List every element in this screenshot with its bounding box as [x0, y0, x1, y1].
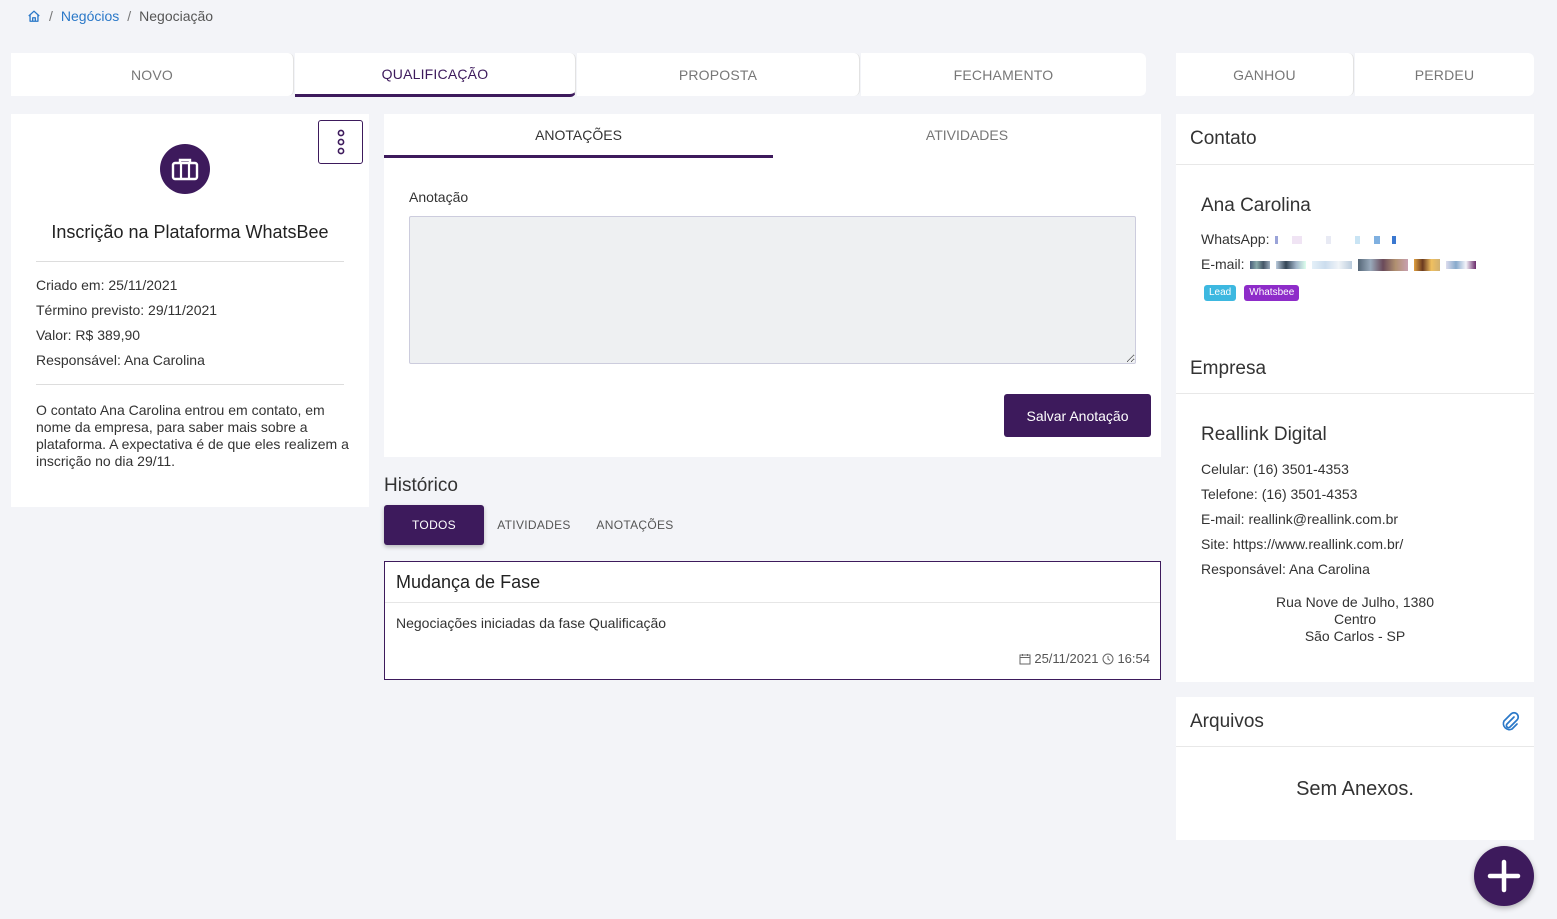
- history-title: Histórico: [384, 475, 458, 496]
- paperclip-icon[interactable]: [1500, 711, 1520, 738]
- company-mobile: Celular: (16) 3501-4353: [1201, 461, 1349, 477]
- history-entry-body: Negociações iniciadas da fase Qualificaç…: [396, 615, 667, 631]
- deal-created: Criado em: 25/11/2021: [36, 277, 178, 293]
- files-section-title: Arquivos: [1190, 711, 1264, 732]
- note-field-label: Anotação: [409, 189, 469, 205]
- home-icon[interactable]: [27, 9, 41, 23]
- deal-description: O contato Ana Carolina entrou em contato…: [36, 402, 349, 469]
- company-section-title: Empresa: [1190, 358, 1267, 379]
- history-entry-timestamp: 25/11/2021 16:54: [1019, 651, 1150, 666]
- company-address-district: Centro: [1333, 611, 1377, 627]
- breadcrumb: / Negócios / Negociação: [27, 6, 213, 26]
- deal-value: Valor: R$ 389,90: [36, 327, 141, 343]
- divider: [385, 602, 1160, 603]
- deal-title: Inscrição na Plataforma WhatsBee: [51, 222, 329, 242]
- contact-name[interactable]: Ana Carolina: [1201, 195, 1311, 217]
- company-address-street: Rua Nove de Julho, 1380: [1276, 594, 1434, 610]
- tag-lead: Lead: [1204, 285, 1237, 301]
- breadcrumb-item-current: Negociação: [139, 8, 214, 24]
- more-vertical-icon: [337, 129, 344, 155]
- plus-icon: [1487, 859, 1521, 893]
- clock-icon: [1102, 653, 1114, 664]
- company-phone: Telefone: (16) 3501-4353: [1201, 486, 1358, 502]
- history-tab-anotacoes[interactable]: ANOTAÇÕES: [590, 505, 680, 545]
- tab-atividades[interactable]: ATIVIDADES: [773, 114, 1161, 156]
- deal-options-button[interactable]: [318, 120, 363, 164]
- history-entry-title: Mudança de Fase: [396, 572, 541, 592]
- company-owner: Responsável: Ana Carolina: [1201, 561, 1370, 577]
- company-email: E-mail: reallink@reallink.com.br: [1201, 511, 1399, 527]
- stage-qualificacao[interactable]: QUALIFICAÇÃO: [295, 53, 576, 97]
- contact-whatsapp: WhatsApp:: [1201, 227, 1396, 252]
- divider: [1176, 164, 1534, 165]
- deal-card: Inscrição na Plataforma WhatsBee Criado …: [11, 114, 369, 507]
- divider: [1176, 746, 1534, 747]
- company-info: Celular: (16) 3501-4353 Telefone: (16) 3…: [1201, 457, 1403, 582]
- company-name[interactable]: Reallink Digital: [1201, 424, 1327, 446]
- deal-expected-end: Término previsto: 29/11/2021: [36, 302, 218, 318]
- notes-card: ANOTAÇÕES ATIVIDADES Anotação Salvar Ano…: [384, 114, 1161, 457]
- note-textarea[interactable]: [409, 216, 1136, 364]
- history-entry: Mudança de Fase Negociações iniciadas da…: [384, 561, 1161, 680]
- breadcrumb-separator: /: [49, 8, 53, 24]
- history-entry-time: 16:54: [1117, 651, 1150, 666]
- divider: [1176, 393, 1534, 394]
- divider: [36, 261, 344, 262]
- breadcrumb-separator: /: [127, 8, 132, 24]
- stage-proposta[interactable]: PROPOSTA: [577, 53, 860, 96]
- stage-fechamento[interactable]: FECHAMENTO: [861, 53, 1146, 96]
- outcome-perdeu[interactable]: PERDEU: [1355, 53, 1534, 96]
- company-site: Site: https://www.reallink.com.br/: [1201, 536, 1404, 552]
- deal-owner: Responsável: Ana Carolina: [36, 352, 205, 368]
- files-empty-text: Sem Anexos.: [1296, 778, 1414, 800]
- tag-whatsbee: Whatsbee: [1244, 285, 1300, 301]
- contact-email: E-mail:: [1201, 252, 1476, 277]
- divider: [36, 384, 344, 385]
- contact-company-card: Contato Ana Carolina WhatsApp: E-mail: L…: [1176, 114, 1534, 682]
- deal-info: Criado em: 25/11/2021 Término previsto: …: [36, 273, 346, 373]
- company-address: Rua Nove de Julho, 1380 Centro São Carlo…: [1176, 594, 1534, 645]
- add-button[interactable]: [1474, 846, 1534, 906]
- history-tab-atividades[interactable]: ATIVIDADES: [490, 505, 578, 545]
- stage-novo[interactable]: NOVO: [11, 53, 294, 96]
- contact-tags: Lead Whatsbee: [1204, 285, 1300, 301]
- contact-email-label: E-mail:: [1201, 256, 1245, 272]
- briefcase-icon: [160, 144, 210, 194]
- contact-section-title: Contato: [1190, 128, 1257, 149]
- history-entry-date: 25/11/2021: [1034, 651, 1099, 666]
- save-note-button[interactable]: Salvar Anotação: [1004, 394, 1151, 437]
- tab-anotacoes[interactable]: ANOTAÇÕES: [384, 114, 773, 158]
- calendar-icon: [1019, 653, 1031, 664]
- contact-whatsapp-label: WhatsApp:: [1201, 231, 1270, 247]
- files-card: Arquivos Sem Anexos.: [1176, 697, 1534, 840]
- outcome-ganhou[interactable]: GANHOU: [1176, 53, 1354, 96]
- breadcrumb-item-negocios[interactable]: Negócios: [61, 8, 119, 24]
- company-address-city: São Carlos - SP: [1304, 628, 1406, 644]
- history-tab-todos[interactable]: TODOS: [384, 505, 484, 545]
